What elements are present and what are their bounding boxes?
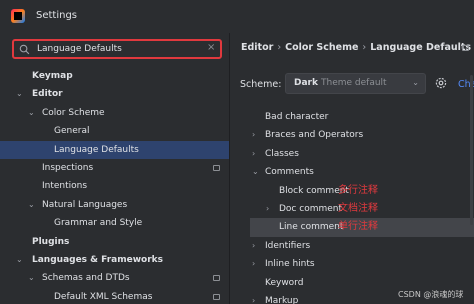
- attribute-item-label: Inline hints: [265, 259, 315, 270]
- chevron-right-icon[interactable]: ›: [252, 237, 255, 255]
- scheme-label: Scheme:: [240, 79, 282, 90]
- close-icon[interactable]: ×: [207, 42, 215, 53]
- tree-item[interactable]: General: [0, 122, 229, 140]
- project-scope-icon: [213, 275, 220, 282]
- attribute-item[interactable]: Bad character: [250, 108, 474, 126]
- settings-sidebar: × Keymap ⌄ Editor ⌄ Color Scheme General Langu…: [0, 33, 229, 304]
- tree-item-label: Natural Languages: [42, 199, 128, 210]
- attribute-tree: Bad character › Braces and Operators › Class…: [250, 108, 474, 304]
- chevron-down-icon[interactable]: ⌄: [252, 163, 259, 181]
- chevron-right-icon[interactable]: ›: [252, 145, 255, 163]
- chevron-down-icon[interactable]: ⌄: [28, 269, 38, 287]
- attribute-item[interactable]: › Identifiers: [250, 237, 474, 255]
- tree-item-label: Languages & Frameworks: [32, 254, 164, 265]
- chevron-down-icon[interactable]: ⌄: [28, 104, 38, 122]
- annotation-note: 单行注释: [338, 221, 378, 233]
- attribute-item[interactable]: › Doc comment 文档注释: [250, 200, 474, 218]
- tree-item-label: Plugins: [32, 236, 70, 247]
- breadcrumb-language-defaults: Language Defaults: [370, 42, 472, 53]
- tree-item[interactable]: Inspections: [0, 159, 229, 177]
- breadcrumb-separator: ›: [277, 42, 282, 53]
- app-logo-icon: [11, 9, 25, 23]
- tree-item-label: General: [54, 126, 90, 137]
- search-icon: [19, 44, 30, 55]
- tree-item[interactable]: Language Defaults: [0, 140, 229, 159]
- chevron-right-icon[interactable]: ›: [266, 200, 269, 218]
- tree-item[interactable]: ⌄ Schemas and DTDs: [0, 269, 229, 287]
- chevron-right-icon[interactable]: ›: [252, 255, 255, 273]
- chevron-down-icon[interactable]: ⌄: [16, 85, 26, 103]
- tree-item[interactable]: Grammar and Style: [0, 214, 229, 232]
- breadcrumb-editor[interactable]: Editor: [241, 42, 273, 53]
- tree-item-label: Schemas and DTDs: [42, 273, 130, 284]
- breadcrumb-separator: ›: [362, 42, 367, 53]
- annotation-note: 文档注释: [338, 202, 378, 214]
- attribute-item-label: Bad character: [265, 112, 329, 122]
- tree-item-label: Default XML Schemas: [54, 291, 153, 302]
- gear-icon[interactable]: [434, 76, 448, 90]
- chevron-down-icon[interactable]: ⌄: [16, 251, 26, 269]
- tree-item[interactable]: ⌄ Natural Languages: [0, 196, 229, 214]
- tree-item-label: Grammar and Style: [54, 218, 143, 229]
- attribute-item-label: Doc comment: [279, 203, 343, 214]
- tree-item[interactable]: Keymap: [0, 67, 229, 85]
- breadcrumb: Editor › Color Scheme › Language Defaults: [241, 42, 471, 53]
- attribute-item-label: Comments: [265, 167, 314, 178]
- attribute-item-label: Markup: [265, 295, 299, 304]
- tree-item-label: Language Defaults: [54, 144, 139, 155]
- tree-item-label: Intentions: [42, 181, 88, 192]
- title-bar: Settings: [0, 0, 474, 33]
- tree-item[interactable]: Default XML Schemas: [0, 288, 229, 304]
- settings-search-box[interactable]: ×: [12, 39, 222, 59]
- tree-item-label: Keymap: [32, 71, 73, 81]
- project-scope-icon: [213, 164, 220, 171]
- chevron-down-icon[interactable]: ⌄: [28, 196, 38, 214]
- attribute-item-label: Line comment: [279, 222, 344, 233]
- attribute-item[interactable]: › Inline hints: [250, 255, 474, 273]
- window-title: Settings: [36, 10, 78, 21]
- attribute-item-label: Braces and Operators: [265, 130, 364, 141]
- watermark: CSDN @浪魂的球: [398, 290, 464, 299]
- tree-item-label: Color Scheme: [42, 107, 105, 118]
- scheme-name: Dark: [294, 78, 318, 88]
- settings-tree: Keymap ⌄ Editor ⌄ Color Scheme General Languag…: [0, 67, 229, 304]
- settings-content: Editor › Color Scheme › Language Defaults Sc…: [230, 33, 474, 304]
- attribute-item-label: Identifiers: [265, 240, 311, 251]
- chevron-right-icon[interactable]: ›: [252, 292, 255, 304]
- scrollbar[interactable]: [470, 75, 473, 225]
- chevron-right-icon[interactable]: ›: [252, 126, 255, 144]
- attribute-item[interactable]: Block comment 多行注释: [250, 182, 474, 200]
- scheme-subtitle: Theme default: [321, 78, 387, 88]
- annotation-note: 多行注释: [338, 184, 378, 196]
- tree-item[interactable]: ⌄ Editor: [0, 85, 229, 103]
- tree-item-label: Inspections: [42, 162, 94, 173]
- project-scope-icon: [462, 45, 469, 51]
- scheme-dropdown[interactable]: Dark Theme default ⌄: [285, 73, 426, 94]
- attribute-item[interactable]: Line comment 单行注释: [250, 218, 474, 237]
- attribute-item[interactable]: ⌄ Comments: [250, 163, 474, 181]
- attribute-item-label: Keyword: [265, 277, 304, 288]
- tree-item[interactable]: Plugins: [0, 233, 229, 251]
- tree-item[interactable]: ⌄ Color Scheme: [0, 104, 229, 122]
- attribute-item[interactable]: › Classes: [250, 145, 474, 163]
- tree-item[interactable]: Intentions: [0, 177, 229, 195]
- project-scope-icon: [213, 293, 220, 300]
- search-input[interactable]: [37, 42, 202, 56]
- tree-item[interactable]: ⌄ Languages & Frameworks: [0, 251, 229, 269]
- tree-item-label: Editor: [32, 89, 63, 100]
- chevron-down-icon: ⌄: [412, 78, 419, 87]
- breadcrumb-color-scheme[interactable]: Color Scheme: [285, 42, 358, 53]
- attribute-item[interactable]: › Braces and Operators: [250, 126, 474, 144]
- attribute-item-label: Classes: [265, 148, 299, 159]
